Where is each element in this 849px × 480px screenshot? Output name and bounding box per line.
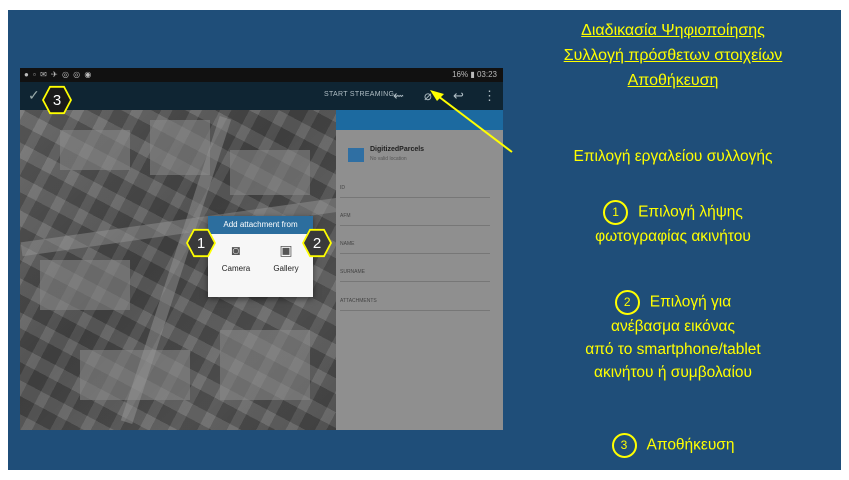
camera-icon: ◙ [231,242,241,258]
dialog-title: Add attachment from [208,216,313,234]
gallery-option[interactable]: ▣ Gallery [262,242,310,273]
check-icon[interactable]: ✓ [28,87,40,104]
form-header [336,110,503,130]
step-1: 1 Επιλογή λήψης φωτογραφίας ακινήτου [508,200,838,248]
layer-name: DigitizedParcels [370,146,425,153]
layer-icon [348,148,364,162]
start-streaming-button[interactable]: START STREAMING [324,91,394,98]
more-icon[interactable]: ⋮ [483,88,496,104]
status-bar: ● ▫ ✉ ✈ ◎ ◎ ◉ 16% ▮ 03:23 [20,68,503,82]
layer-location: No valid location [370,156,407,162]
step-3: 3 Αποθήκευση [508,433,838,458]
field-afm[interactable]: AFM [340,213,490,226]
step-2: 2 Επιλογή για ανέβασμα εικόνας από το sma… [508,290,838,384]
step-1-number: 1 [603,200,629,225]
app-toolbar: ✓ START STREAMING ⇜ ⌀ ↩ ⋮ [20,82,503,110]
undo-icon[interactable]: ↩ [453,88,464,104]
camera-label: Camera [221,264,251,273]
gallery-label: Gallery [273,264,299,273]
add-attachment-dialog: Add attachment from ◙ Camera ▣ Gallery [208,216,313,297]
attribute-form: DigitizedParcels No valid location ID AF… [336,110,503,430]
field-surname[interactable]: SURNAME [340,269,490,282]
field-id[interactable]: ID [340,185,490,198]
app-screenshot: ● ▫ ✉ ✈ ◎ ◎ ◉ 16% ▮ 03:23 ✓ START STREAM… [20,68,503,430]
field-attachments[interactable]: ATTACHMENTS [340,298,490,311]
camera-option[interactable]: ◙ Camera [212,242,260,273]
step-2-number: 2 [614,290,640,315]
tool-label: Επιλογή εργαλείου συλλογής [573,148,773,165]
status-icons: ● ▫ ✉ ✈ ◎ ◎ ◉ [24,70,93,79]
status-time: 16% ▮ 03:23 [452,70,497,79]
gps-icon[interactable]: ⇜ [393,88,404,104]
field-name[interactable]: NAME [340,241,490,254]
slide: ● ▫ ✉ ✈ ◎ ◎ ◉ 16% ▮ 03:23 ✓ START STREAM… [0,0,849,480]
step-3-number: 3 [611,433,637,458]
slide-heading: Διαδικασία Ψηφιοποίησης Συλλογή πρόσθετω… [563,22,783,89]
paperclip-icon[interactable]: ⌀ [424,88,432,104]
